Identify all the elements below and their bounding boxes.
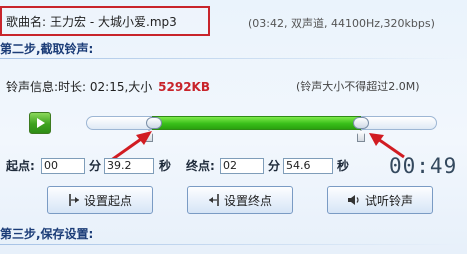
song-name-label: 歌曲名: [6, 14, 47, 29]
ringtone-size-hint: (铃声大小不得超过2.0M) [296, 80, 420, 93]
preview-ringtone-button[interactable]: 试听铃声 [327, 186, 433, 214]
preview-ringtone-label: 试听铃声 [364, 193, 413, 208]
speaker-icon [347, 193, 361, 207]
start-minutes-input[interactable]: 00 [41, 158, 85, 174]
end-marker[interactable] [357, 130, 365, 142]
ringtone-info: 铃声信息:时长: 02:15,大小 5292KB [6, 78, 212, 95]
ringtone-size: 5292KB [158, 80, 210, 94]
set-start-button[interactable]: 设置起点 [47, 186, 153, 214]
set-end-label: 设置终点 [223, 193, 272, 208]
divider-bottom [0, 244, 460, 245]
duration-display: 00:49 [389, 154, 458, 178]
set-start-icon [68, 193, 80, 207]
start-label: 起点: [6, 159, 35, 173]
start-min-unit: 分 [89, 159, 102, 173]
end-label: 终点: [186, 159, 215, 173]
song-name-value: 王力宏 - 大城小爱.mp3 [50, 14, 177, 29]
set-start-label: 设置起点 [83, 193, 132, 208]
end-min-unit: 分 [268, 159, 281, 173]
set-end-button[interactable]: 设置终点 [187, 186, 293, 214]
song-name-box: 歌曲名: 王力宏 - 大城小爱.mp3 [0, 6, 210, 36]
play-button[interactable] [29, 112, 51, 134]
step2-title: 第二步,截取铃声: [0, 42, 94, 56]
slider-selected-range [152, 116, 361, 130]
end-sec-unit: 秒 [337, 159, 350, 173]
set-end-icon [208, 193, 220, 207]
end-minutes-input[interactable]: 02 [220, 158, 264, 174]
divider [0, 58, 460, 59]
end-seconds-input[interactable]: 54.6 [283, 158, 333, 174]
ringtone-info-label: 铃声信息:时长: 02:15,大小 [6, 80, 153, 94]
start-sec-unit: 秒 [159, 159, 172, 173]
start-handle[interactable] [146, 117, 162, 129]
start-seconds-input[interactable]: 39.2 [104, 158, 154, 174]
song-meta: (03:42, 双声道, 44100Hz,320kbps) [248, 17, 435, 30]
step3-title: 第三步,保存设置: [0, 227, 94, 241]
start-marker[interactable] [145, 130, 153, 142]
end-handle[interactable] [353, 117, 369, 129]
